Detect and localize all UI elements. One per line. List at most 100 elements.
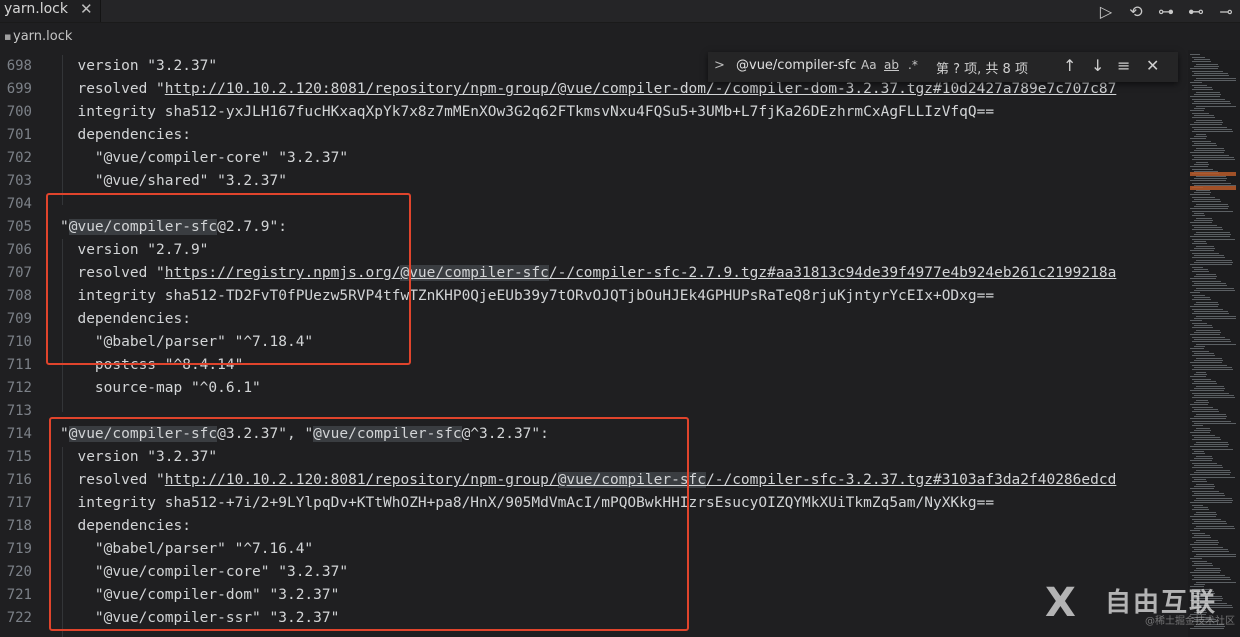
line-number: 701 <box>6 127 32 143</box>
minimap-line <box>1190 152 1224 153</box>
code-editor[interactable]: 698 version "3.2.37" 699 resolved "http:/… <box>0 55 1185 637</box>
whole-word-toggle[interactable]: ab <box>884 58 899 72</box>
line-number: 716 <box>6 472 32 488</box>
minimap-line <box>1194 444 1229 445</box>
minimap-line <box>1194 507 1208 508</box>
line-number: 713 <box>6 403 32 419</box>
minimap-line <box>1194 108 1205 109</box>
next-match-icon[interactable]: ↓ <box>1091 56 1104 75</box>
minimap-line <box>1194 73 1228 74</box>
minimap-line <box>1194 402 1209 403</box>
minimap-line <box>1196 540 1218 541</box>
minimap-line <box>1190 376 1206 377</box>
minimap-line <box>1190 96 1220 97</box>
minimap-line <box>1192 131 1233 132</box>
close-icon[interactable]: ✕ <box>80 0 93 18</box>
minimap-line <box>1190 502 1232 503</box>
minimap-line <box>1192 425 1203 426</box>
minimap-line <box>1196 400 1208 401</box>
minimap-line <box>1190 516 1216 517</box>
minimap-line <box>1192 509 1209 510</box>
code-text: version "3.2.37" <box>60 58 218 74</box>
minimap-line <box>1190 82 1202 83</box>
minimap-line <box>1192 505 1203 506</box>
minimap-line <box>1194 437 1220 438</box>
code-line[interactable]: 703 "@vue/shared" "3.2.37" <box>0 170 1185 193</box>
minimap-line <box>1196 526 1234 527</box>
minimap-line <box>1192 57 1205 58</box>
minimap-line <box>1194 458 1213 459</box>
run-icon[interactable]: ▷ <box>1096 2 1116 21</box>
minimap-line <box>1196 386 1224 387</box>
code-line[interactable]: 701 dependencies: <box>0 124 1185 147</box>
minimap-line <box>1190 432 1210 433</box>
minimap-line <box>1190 264 1232 265</box>
minimap-line <box>1190 544 1218 545</box>
minimap-line <box>1196 512 1216 513</box>
minimap-line <box>1196 274 1216 275</box>
minimap-line <box>1194 276 1217 277</box>
code-line[interactable]: 712 source-map "^0.6.1" <box>0 377 1185 400</box>
minimap-match-marker <box>1190 186 1236 190</box>
minimap-line <box>1196 204 1228 205</box>
minimap-line <box>1196 218 1212 219</box>
minimap-line <box>1190 460 1212 461</box>
git-branch-icon[interactable]: ⊸ <box>1216 2 1236 21</box>
history-icon[interactable]: ⟲ <box>1126 2 1146 21</box>
minimap-line <box>1190 362 1222 363</box>
watermark-subtitle: @稀土掘金技术社区 <box>1145 616 1235 627</box>
minimap-line <box>1194 367 1232 368</box>
minimap-line <box>1194 213 1204 214</box>
match-case-toggle[interactable]: Aa <box>861 58 877 72</box>
url-link[interactable]: http://10.10.2.120:8081/repository/npm-g… <box>165 81 1117 97</box>
git-compare-icon[interactable]: ⊶ <box>1156 2 1176 21</box>
minimap-line <box>1192 159 1235 160</box>
find-in-selection-icon[interactable]: ≡ <box>1117 56 1130 75</box>
code-line[interactable]: 700 integrity sha512-yxJLH167fucHKxaqXpY… <box>0 101 1185 124</box>
tab-yarn-lock[interactable]: yarn.lock ✕ <box>0 0 101 22</box>
minimap-line <box>1194 451 1204 452</box>
chevron-right-icon[interactable]: > <box>714 58 725 73</box>
minimap-line <box>1194 297 1210 298</box>
minimap-line <box>1192 281 1221 282</box>
breadcrumb[interactable]: ▪ yarn.lock <box>0 24 1240 48</box>
minimap-line <box>1192 211 1233 212</box>
close-find-icon[interactable]: ✕ <box>1146 56 1159 75</box>
line-number: 711 <box>6 357 32 373</box>
minimap-line <box>1196 120 1222 121</box>
minimap-line <box>1192 523 1227 524</box>
minimap-line <box>1194 521 1226 522</box>
minimap-line <box>1196 64 1218 65</box>
minimap-line <box>1192 355 1215 356</box>
minimap-line <box>1194 143 1216 144</box>
minimap-line <box>1192 561 1207 562</box>
minimap-line <box>1194 542 1219 543</box>
minimap-line <box>1194 472 1231 473</box>
minimap-line <box>1192 145 1217 146</box>
minimap-line <box>1194 318 1236 319</box>
minimap-line <box>1192 85 1207 86</box>
minimap-line <box>1192 295 1205 296</box>
minimap-line <box>1194 381 1216 382</box>
previous-match-icon[interactable]: ↑ <box>1063 56 1076 75</box>
minimap-line <box>1192 313 1229 314</box>
minimap-line <box>1190 138 1206 139</box>
minimap-line <box>1192 379 1211 380</box>
minimap[interactable] <box>1188 50 1240 637</box>
regex-toggle[interactable]: .* <box>908 58 918 72</box>
git-commit-icon[interactable]: ⊷ <box>1186 2 1206 21</box>
code-line[interactable]: 702 "@vue/compiler-core" "3.2.37" <box>0 147 1185 170</box>
minimap-line <box>1196 260 1232 261</box>
minimap-line <box>1192 99 1225 100</box>
minimap-line <box>1190 334 1220 335</box>
find-input[interactable]: @vue/compiler-sfc <box>736 58 864 76</box>
minimap-line <box>1192 183 1231 184</box>
minimap-line <box>1190 222 1212 223</box>
minimap-line <box>1194 577 1230 578</box>
minimap-line <box>1192 71 1223 72</box>
minimap-line <box>1194 136 1207 137</box>
minimap-line <box>1194 192 1211 193</box>
minimap-line <box>1196 470 1230 471</box>
minimap-line <box>1192 365 1227 366</box>
minimap-line <box>1190 320 1202 321</box>
